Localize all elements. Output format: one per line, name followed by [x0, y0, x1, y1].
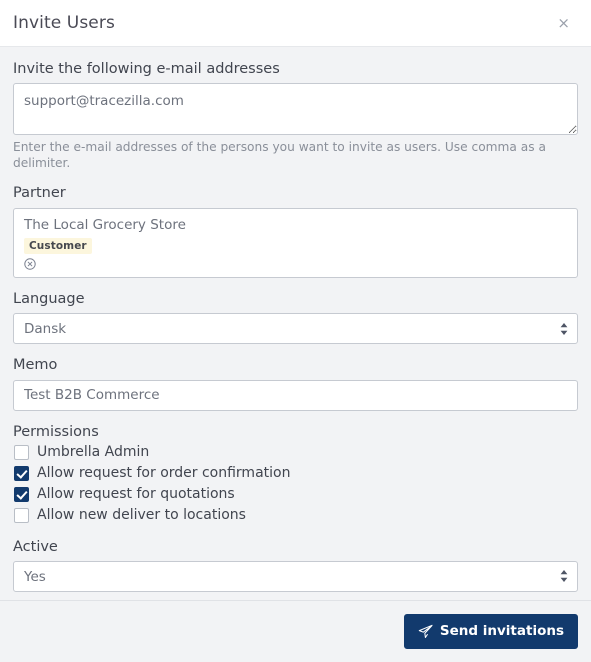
emails-help-text: Enter the e-mail addresses of the person… — [13, 140, 546, 171]
partner-token-box[interactable]: The Local Grocery Store Customer — [13, 207, 578, 278]
active-field-group: Active Yes — [13, 539, 578, 592]
language-select[interactable]: Dansk — [13, 313, 578, 345]
permission-row-umbrella-admin[interactable]: Umbrella Admin — [13, 443, 578, 463]
permission-label: Allow request for quotations — [37, 486, 235, 503]
modal-body: Invite the following e-mail addresses su… — [0, 47, 591, 600]
permission-row-order-confirmation[interactable]: Allow request for order confirmation — [13, 464, 578, 484]
checkbox-deliver-locations[interactable] — [14, 508, 29, 524]
send-invitations-label: Send invitations — [439, 623, 564, 640]
invite-users-modal: Invite Users × Invite the following e-ma… — [0, 0, 591, 662]
permission-row-quotations[interactable]: Allow request for quotations — [13, 485, 578, 505]
permission-label: Allow new deliver to locations — [37, 507, 246, 524]
permission-row-deliver-locations[interactable]: Allow new deliver to locations — [13, 506, 578, 526]
emails-field-group: Invite the following e-mail addresses su… — [13, 61, 578, 172]
language-field-group: Language Dansk — [13, 290, 578, 345]
page-title: Invite Users — [13, 13, 115, 33]
emails-input[interactable]: support@tracezilla.com — [13, 83, 578, 136]
modal-header: Invite Users × — [0, 0, 591, 47]
status-badge: Customer — [24, 237, 92, 254]
close-icon[interactable]: × — [552, 12, 575, 35]
partner-name: The Local Grocery Store — [24, 216, 186, 233]
active-select-wrap: Yes — [13, 560, 578, 592]
checkbox-order-confirmation[interactable] — [14, 466, 29, 482]
permission-label: Umbrella Admin — [37, 444, 150, 461]
checkbox-quotations[interactable] — [14, 487, 29, 503]
language-select-wrap: Dansk — [13, 313, 578, 345]
memo-label: Memo — [13, 357, 58, 374]
active-label: Active — [13, 538, 58, 555]
permissions-label: Permissions — [13, 423, 99, 440]
partner-label: Partner — [13, 185, 66, 202]
checkbox-umbrella-admin[interactable] — [14, 445, 29, 461]
memo-input[interactable] — [13, 379, 578, 411]
permissions-group: Permissions Umbrella Admin Allow request… — [13, 424, 578, 526]
send-invitations-button[interactable]: Send invitations — [403, 614, 578, 649]
memo-field-group: Memo — [13, 357, 578, 411]
active-select[interactable]: Yes — [13, 560, 578, 592]
modal-footer: Send invitations — [0, 600, 591, 662]
permission-label: Allow request for order confirmation — [37, 465, 291, 482]
paper-plane-icon — [418, 624, 433, 639]
emails-label: Invite the following e-mail addresses — [13, 61, 280, 77]
circle-x-icon[interactable] — [24, 258, 36, 270]
partner-field-group: Partner The Local Grocery Store Customer — [13, 185, 578, 278]
language-label: Language — [13, 290, 85, 307]
